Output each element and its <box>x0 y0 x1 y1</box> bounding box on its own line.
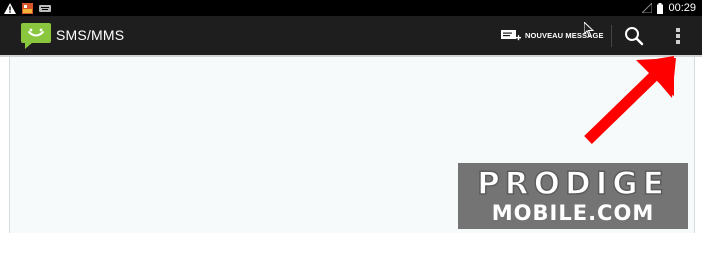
status-time: 00:29 <box>668 2 696 14</box>
status-system: 00:29 <box>642 0 696 16</box>
app-action-bar: SMS/MMS NOUVEAU MESSAGE <box>0 16 702 55</box>
overflow-menu-icon[interactable] <box>670 25 686 47</box>
watermark-line1: PRODIGE <box>476 165 669 203</box>
status-notifications <box>4 1 51 15</box>
prodige-mobile-watermark: PRODIGE MOBILE.COM <box>458 163 688 229</box>
status-bar: 00:29 <box>0 0 702 16</box>
signal-icon <box>642 3 653 13</box>
sms-bubble-icon[interactable] <box>21 23 51 49</box>
battery-icon <box>657 2 664 14</box>
new-message-button[interactable]: NOUVEAU MESSAGE <box>501 16 606 55</box>
search-icon[interactable] <box>623 25 645 47</box>
app-title: SMS/MMS <box>56 27 125 43</box>
watermark-line2: MOBILE.COM <box>491 201 655 225</box>
new-message-icon <box>501 29 521 40</box>
warning-icon <box>4 2 16 14</box>
keyboard-icon <box>39 4 51 12</box>
notification-app-icon <box>22 2 33 14</box>
action-divider <box>611 25 612 47</box>
mouse-cursor-icon <box>584 22 595 38</box>
